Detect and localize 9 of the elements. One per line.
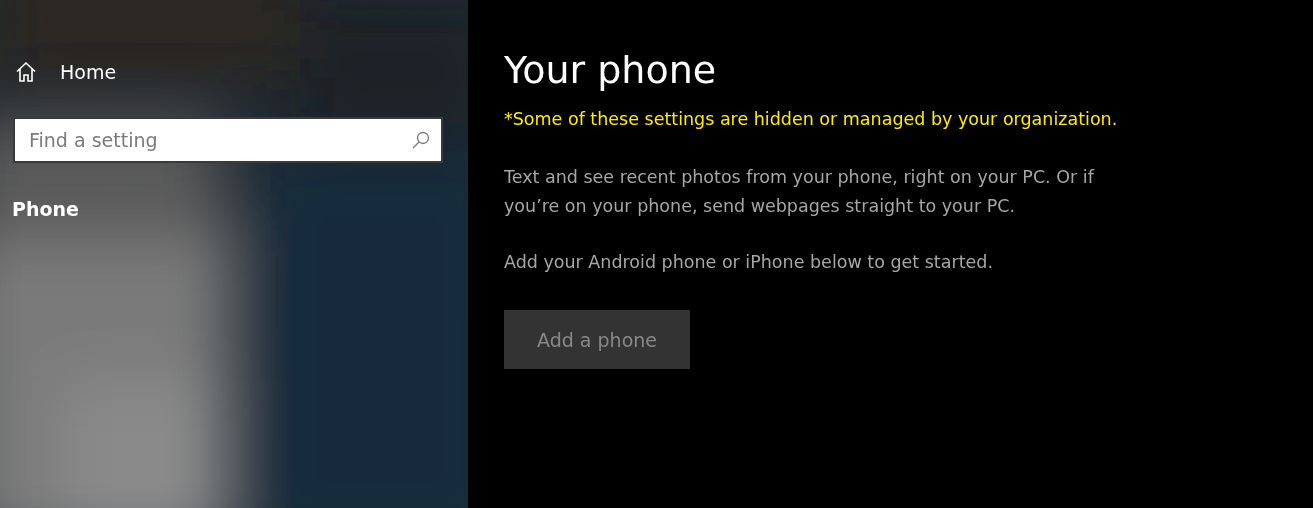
description-text: Add your Android phone or iPhone below to get started. — [504, 251, 994, 274]
home-link[interactable]: Home — [14, 60, 468, 84]
section-heading: Phone — [12, 198, 80, 220]
home-icon — [14, 60, 38, 84]
search-field[interactable]: Find a setting — [13, 117, 443, 163]
policy-notice: *Some of these settings are hidden or managed by your organization. — [504, 109, 1119, 129]
search-icon — [411, 130, 431, 150]
page-title: Your phone — [504, 47, 717, 94]
description-text: Text and see recent photos from your phone, right on your PC. Or if you’re on your phone, send webpages straight to your PC. — [504, 166, 1096, 218]
